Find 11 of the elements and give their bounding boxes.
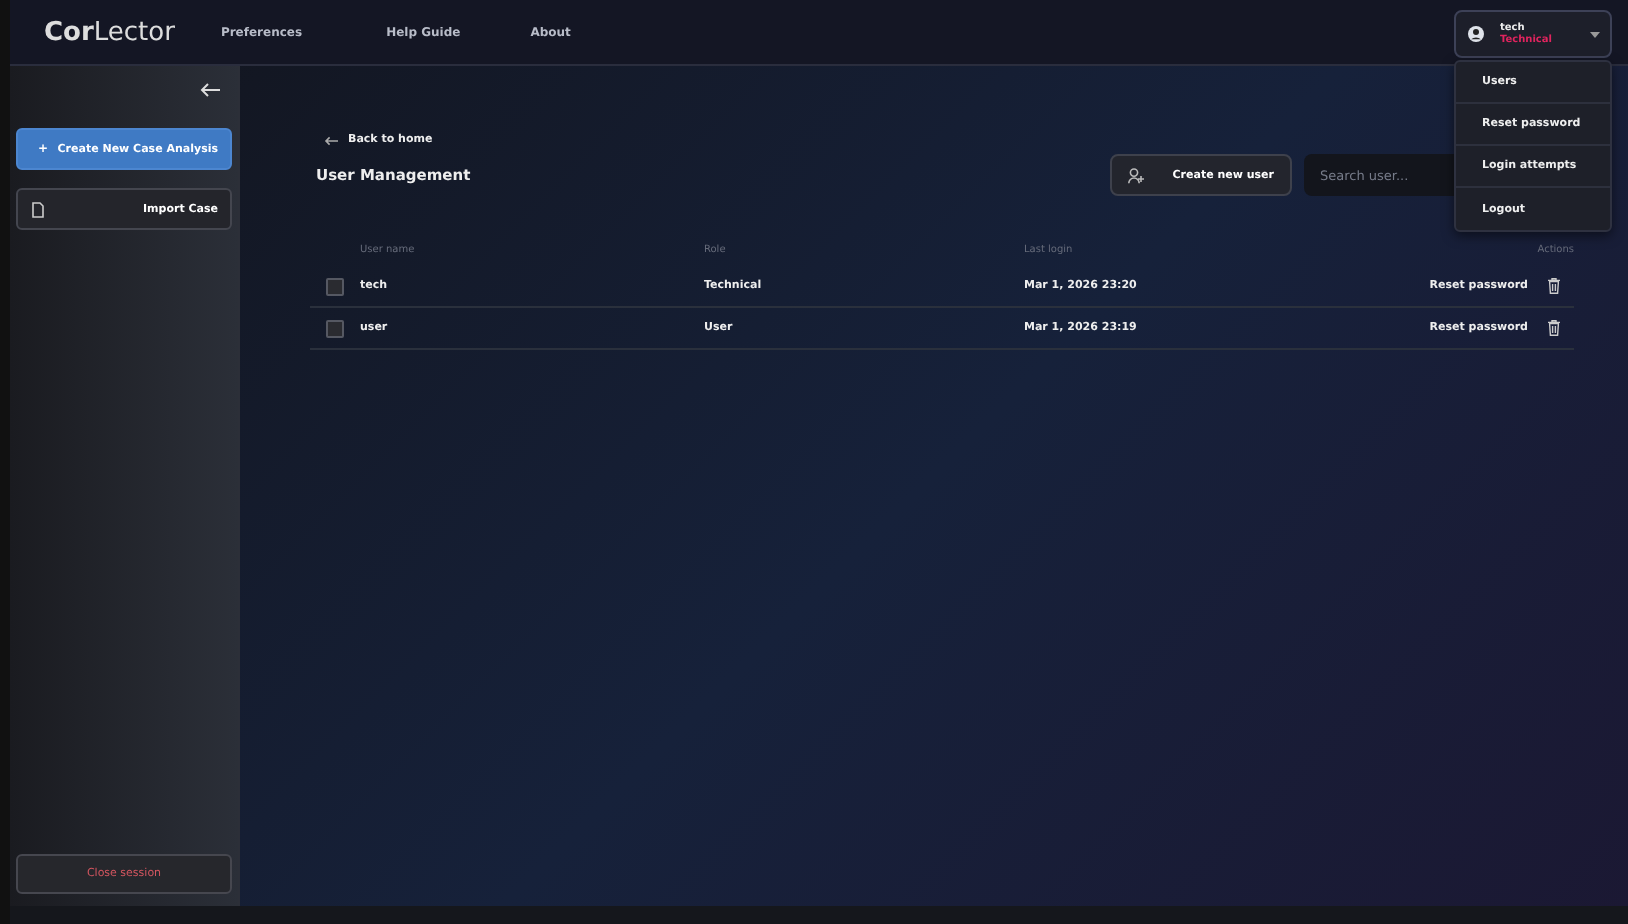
- add-user-icon: [1128, 167, 1144, 183]
- app-logo: CorLector: [44, 17, 175, 47]
- caret-icon: [1590, 31, 1600, 37]
- delete-icon[interactable]: [1548, 278, 1560, 294]
- delete-icon[interactable]: [1548, 320, 1560, 336]
- user-icon: [1468, 26, 1484, 42]
- row-checkbox[interactable]: [326, 277, 344, 295]
- row-checkbox[interactable]: [326, 319, 344, 337]
- document-icon: [32, 201, 44, 217]
- back-arrow-icon: [324, 135, 338, 145]
- back-arrow-icon: [200, 82, 220, 98]
